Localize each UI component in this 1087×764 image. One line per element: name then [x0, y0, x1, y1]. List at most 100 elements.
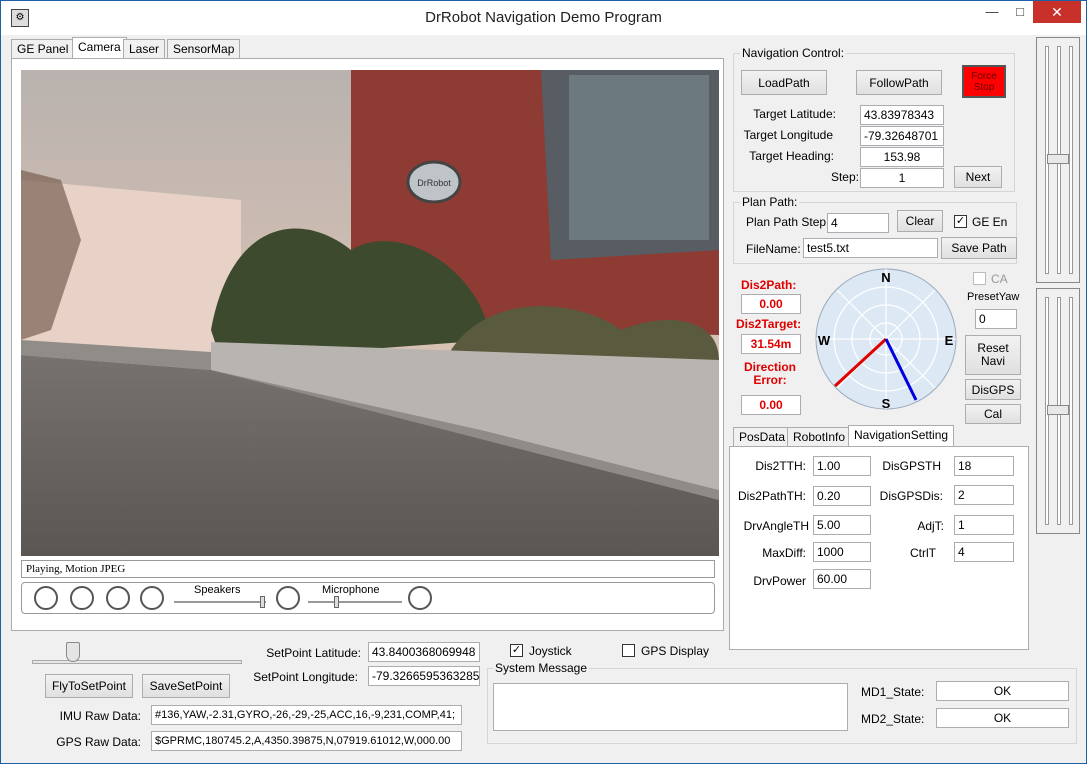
gps-display-label: GPS Display	[641, 644, 710, 658]
tab-sensormap[interactable]: SensorMap	[167, 39, 241, 59]
joystick-checkbox[interactable]: ✓	[510, 644, 523, 657]
joystick-label: Joystick	[529, 644, 572, 658]
dis2pathth-field[interactable]: 0.20	[813, 486, 871, 506]
setpoint-longitude-field[interactable]: -79.3266595363285	[368, 666, 480, 686]
vertical-slider-top-thumb[interactable]	[1047, 154, 1069, 164]
save-path-button[interactable]: Save Path	[941, 237, 1017, 259]
drvangleth-label: DrvAngleTH	[743, 519, 809, 533]
tab-navigation-setting[interactable]: NavigationSetting	[848, 425, 955, 447]
target-longitude-field[interactable]: -79.32648701	[860, 126, 944, 146]
title-bar[interactable]: ⚙ DrRobot Navigation Demo Program — □ ✕	[1, 1, 1086, 35]
ge-en-checkbox[interactable]: ✓	[954, 215, 967, 228]
microphone-icon[interactable]	[276, 586, 300, 610]
ctrlt-field[interactable]: 4	[954, 542, 1014, 562]
tab-robotinfo[interactable]: RobotInfo	[787, 427, 852, 447]
record-icon[interactable]	[106, 586, 130, 610]
dis2path-value: 0.00	[741, 294, 801, 314]
plan-path-step-field[interactable]: 4	[827, 213, 889, 233]
slider-track	[1069, 297, 1073, 525]
window-title: DrRobot Navigation Demo Program	[425, 9, 662, 26]
plan-path-step-label: Plan Path Step :	[746, 215, 833, 229]
speaker-icon[interactable]	[140, 586, 164, 610]
gps-raw-data-field[interactable]: $GPRMC,180745.2,A,4350.39875,N,07919.610…	[151, 731, 462, 751]
gps-display-checkbox[interactable]	[622, 644, 635, 657]
tab-camera[interactable]: Camera	[72, 37, 127, 59]
setpoint-longitude-label: SetPoint Longitude:	[253, 670, 358, 684]
dis2tth-field[interactable]: 1.00	[813, 456, 871, 476]
disgpsth-field[interactable]: 18	[954, 456, 1014, 476]
ca-checkbox[interactable]	[973, 272, 986, 285]
next-button[interactable]: Next	[954, 166, 1002, 188]
md2-state-value: OK	[936, 708, 1069, 728]
vertical-slider-top[interactable]	[1036, 37, 1080, 283]
camera-status: Playing, Motion JPEG	[21, 560, 715, 578]
clear-button[interactable]: Clear	[897, 210, 943, 232]
compass-s: S	[882, 396, 891, 411]
dis2tth-label: Dis2TTH:	[755, 459, 806, 473]
force-stop-button[interactable]: Force Stop	[962, 65, 1006, 98]
microphone-slider-thumb[interactable]	[334, 596, 339, 608]
load-path-button[interactable]: LoadPath	[741, 70, 827, 95]
play-icon[interactable]	[408, 586, 432, 610]
disgpsdis-label: DisGPSDis:	[879, 489, 943, 503]
dis-gps-button[interactable]: DisGPS	[965, 379, 1021, 400]
snapshot-icon[interactable]	[70, 586, 94, 610]
preset-yaw-label: PresetYaw	[967, 291, 1020, 303]
follow-path-button[interactable]: FollowPath	[856, 70, 942, 95]
drvpower-field[interactable]: 60.00	[813, 569, 871, 589]
vertical-slider-bottom-thumb[interactable]	[1047, 405, 1069, 415]
camera-view: DrRobot	[21, 70, 719, 556]
imu-raw-data-field[interactable]: #136,YAW,-2.31,GYRO,-26,-29,-25,ACC,16,-…	[151, 705, 462, 725]
compass-w: W	[818, 333, 831, 348]
drvangleth-field[interactable]: 5.00	[813, 515, 871, 535]
adjt-field[interactable]: 1	[954, 515, 1014, 535]
maxdiff-field[interactable]: 1000	[813, 542, 871, 562]
horizontal-slider-thumb[interactable]	[66, 642, 80, 662]
maximize-button[interactable]: □	[1005, 1, 1035, 23]
dis2path-label: Dis2Path:	[741, 278, 797, 292]
cal-button[interactable]: Cal	[965, 404, 1021, 424]
disgpsdis-field[interactable]: 2	[954, 485, 1014, 505]
step-field[interactable]: 1	[860, 168, 944, 188]
tab-laser[interactable]: Laser	[123, 39, 166, 59]
speakers-slider[interactable]	[174, 601, 266, 603]
dis2target-value: 31.54m	[741, 334, 801, 354]
direction-error-label: Direction Error:	[743, 360, 796, 387]
preset-yaw-field[interactable]: 0	[975, 309, 1017, 329]
step-label: Step:	[830, 170, 859, 184]
stop-icon[interactable]	[34, 586, 58, 610]
reset-navi-button[interactable]: Reset Navi	[965, 335, 1021, 375]
setpoint-latitude-field[interactable]: 43.8400368069948	[368, 642, 480, 662]
tab-posdata[interactable]: PosData	[733, 427, 792, 447]
setpoint-latitude-label: SetPoint Latitude:	[266, 646, 361, 660]
target-latitude-field[interactable]: 43.83978343	[860, 105, 944, 125]
dis2target-label: Dis2Target:	[736, 317, 802, 331]
dis2pathth-label: Dis2PathTH:	[737, 489, 806, 503]
navigation-control-label: Navigation Control:	[740, 46, 847, 60]
save-setpoint-button[interactable]: SaveSetPoint	[142, 674, 230, 698]
plan-path-label: Plan Path:	[740, 195, 800, 209]
target-heading-field[interactable]: 153.98	[860, 147, 944, 167]
main-window: ⚙ DrRobot Navigation Demo Program — □ ✕ …	[0, 0, 1087, 764]
horizontal-slider[interactable]	[32, 660, 242, 664]
system-message-box[interactable]	[493, 683, 848, 731]
fly-to-setpoint-button[interactable]: FlyToSetPoint	[45, 674, 133, 698]
minimize-button[interactable]: —	[977, 1, 1007, 23]
camera-image: DrRobot	[21, 70, 719, 556]
ctrlt-label: CtrlT	[910, 546, 936, 560]
imu-raw-data-label: IMU Raw Data:	[59, 709, 141, 723]
compass-e: E	[945, 333, 954, 348]
filename-field[interactable]: test5.txt	[803, 238, 938, 258]
md1-state-value: OK	[936, 681, 1069, 701]
filename-label: FileName:	[746, 242, 801, 256]
compass: N S E W	[815, 268, 957, 411]
target-heading-label: Target Heading:	[749, 149, 834, 163]
target-latitude-label: Target Latitude:	[753, 107, 836, 121]
microphone-slider[interactable]	[308, 601, 402, 603]
vertical-slider-bottom[interactable]	[1036, 288, 1080, 534]
speakers-slider-thumb[interactable]	[260, 596, 265, 608]
microphone-label: Microphone	[322, 584, 380, 596]
close-button[interactable]: ✕	[1033, 1, 1081, 23]
ca-label: CA	[991, 272, 1008, 286]
tab-ge-panel[interactable]: GE Panel	[11, 39, 75, 59]
